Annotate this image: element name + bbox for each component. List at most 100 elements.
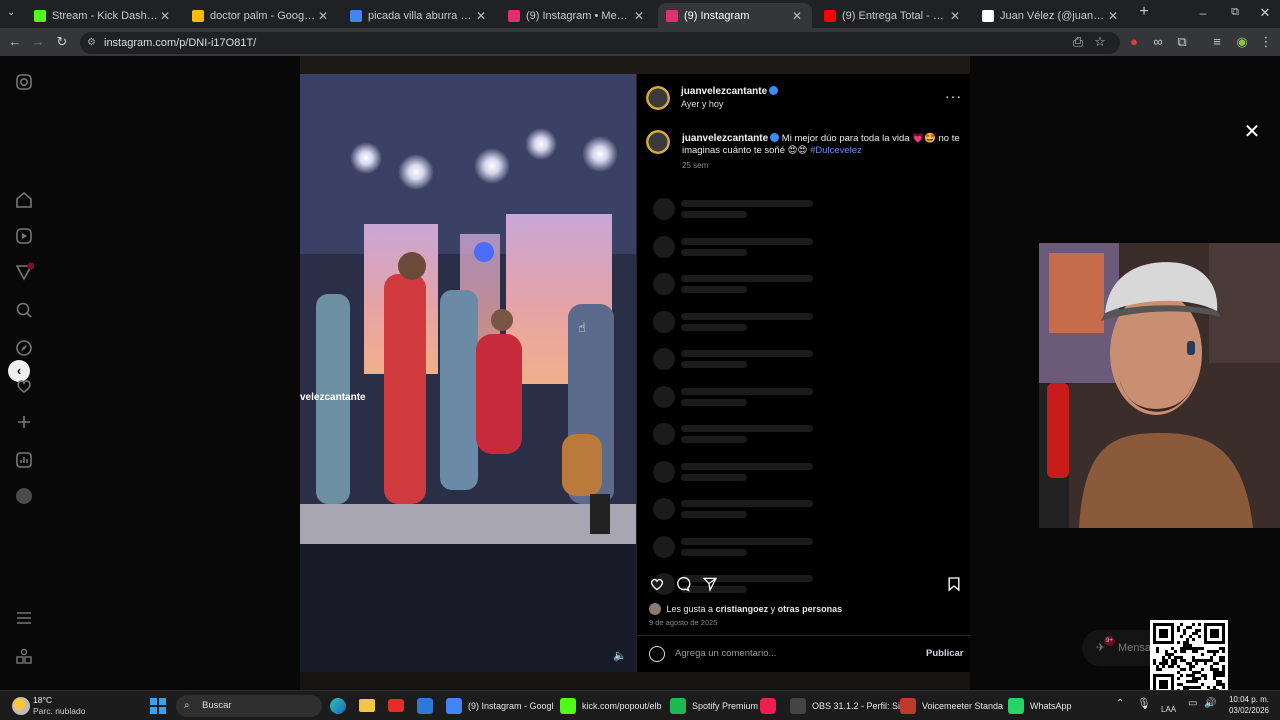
instagram-logo-icon[interactable] xyxy=(14,72,34,92)
skeleton-avatar xyxy=(653,235,675,258)
media-control-icon[interactable]: ≡ xyxy=(1209,34,1225,50)
browser-tab[interactable]: (9) Instagram • Mensajes✕ xyxy=(500,3,654,28)
author-username[interactable]: juanvelezcantante xyxy=(681,86,779,97)
comment-input[interactable]: Agrega un comentario... xyxy=(675,648,776,659)
browser-tab[interactable]: Juan Vélez (@juanvelezcantante✕ xyxy=(974,3,1128,28)
meta-apps-icon[interactable] xyxy=(14,646,34,666)
address-bar[interactable]: ⚙ instagram.com/p/DNI-i17O81T/ xyxy=(80,32,1120,54)
qr-code xyxy=(1150,620,1228,698)
home-icon[interactable] xyxy=(14,190,34,210)
bookmark-star-icon[interactable]: ☆ xyxy=(1092,34,1108,50)
messages-icon[interactable] xyxy=(14,262,34,282)
new-tab-button[interactable]: + xyxy=(1136,4,1152,20)
tab-close-icon[interactable]: ✕ xyxy=(316,9,330,23)
extension-red-icon[interactable]: ● xyxy=(1126,34,1142,50)
network-icon[interactable]: ▭ xyxy=(1188,698,1197,709)
back-icon[interactable]: ← xyxy=(7,34,23,50)
post-video[interactable]: velezcantante 🔈 xyxy=(300,74,636,672)
tray-chevron-icon[interactable]: ⌃ xyxy=(1116,698,1124,709)
browser-tab[interactable]: doctor palm - Google Shopping✕ xyxy=(184,3,338,28)
reload-icon[interactable]: ↻ xyxy=(54,34,70,50)
maximize-button[interactable]: ⧉ xyxy=(1228,6,1242,20)
likes-user[interactable]: cristiangoez xyxy=(716,604,769,614)
mute-icon[interactable]: 🔈 xyxy=(612,648,628,664)
menu-icon[interactable]: ⋮ xyxy=(1258,34,1274,50)
file-explorer-icon[interactable] xyxy=(359,699,375,712)
taskbar-app[interactable]: (9) Instagram - Googl xyxy=(446,695,554,717)
close-post-icon[interactable]: ✕ xyxy=(1243,122,1261,142)
taskbar-app-label: (9) Instagram - Googl xyxy=(468,701,554,711)
tab-close-icon[interactable]: ✕ xyxy=(158,9,172,23)
save-bookmark-icon[interactable] xyxy=(946,576,962,592)
clock-date[interactable]: 03/02/2026 xyxy=(1227,706,1269,715)
caption-avatar[interactable] xyxy=(646,130,670,154)
minimize-button[interactable]: – xyxy=(1196,6,1210,20)
windows-taskbar: 18°C Parc. nublado ⌕ Buscar (9) Instagra… xyxy=(0,690,1280,720)
search-icon[interactable] xyxy=(14,300,34,320)
comment-icon[interactable] xyxy=(675,576,691,592)
clock-time[interactable]: 10:04 p. m. xyxy=(1227,695,1269,704)
browser-tab[interactable]: Stream - Kick Dashboard -✕ xyxy=(26,3,180,28)
publish-button[interactable]: Publicar xyxy=(926,648,964,659)
edge-icon[interactable] xyxy=(330,698,346,714)
browser-tab-strip: ⌄ Stream - Kick Dashboard -✕doctor palm … xyxy=(0,0,1280,28)
emoji-icon[interactable] xyxy=(649,646,665,662)
notifications-icon[interactable] xyxy=(14,376,34,396)
weather-temp[interactable]: 18°C xyxy=(33,695,52,705)
skeleton-line xyxy=(681,500,813,507)
close-window-button[interactable]: ✕ xyxy=(1258,5,1272,20)
forward-icon[interactable]: → xyxy=(30,34,46,50)
tab-close-icon[interactable]: ✕ xyxy=(1106,9,1120,23)
taskbar-app[interactable]: OBS 31.1.2 - Perfil: Sin xyxy=(790,695,905,717)
hashtag-link[interactable]: #Dulcevelez xyxy=(810,145,862,156)
tab-close-icon[interactable]: ✕ xyxy=(632,9,646,23)
caption-line2: imaginas cuánto te soñé 😍😍 xyxy=(682,145,808,156)
taskbar-search[interactable]: ⌕ Buscar xyxy=(176,695,322,717)
profile-icon[interactable]: ◉ xyxy=(1234,34,1250,50)
tab-close-icon[interactable]: ✕ xyxy=(790,9,804,23)
taskbar-app[interactable]: WhatsApp xyxy=(1008,695,1072,717)
post-subtitle[interactable]: Ayer y hoy xyxy=(681,99,723,109)
share-icon[interactable] xyxy=(702,576,718,592)
profile-avatar[interactable] xyxy=(16,488,32,504)
browser-tab[interactable]: (9) Entrega Total - Lucho Cruz,✕ xyxy=(816,3,970,28)
like-heart-icon[interactable] xyxy=(649,576,665,592)
install-app-icon[interactable]: ⎙ xyxy=(1070,34,1086,50)
extension-link-icon[interactable]: ∞ xyxy=(1150,34,1166,50)
browser-tab[interactable]: picada villa aburra - Buscar con✕ xyxy=(342,3,496,28)
taskbar-app[interactable]: kick.com/popout/elb xyxy=(560,695,662,717)
youtube-icon[interactable] xyxy=(388,699,404,712)
tab-close-icon[interactable]: ✕ xyxy=(474,9,488,23)
likes-others[interactable]: otras personas xyxy=(778,604,843,614)
taskbar-app[interactable]: Spotify Premium xyxy=(670,695,758,717)
video-watermark: velezcantante xyxy=(300,392,366,403)
browser-tab[interactable]: (9) Instagram ✕ xyxy=(658,3,812,28)
input-language[interactable]: LAA xyxy=(1161,705,1176,714)
reels-icon[interactable] xyxy=(14,226,34,246)
site-info-icon[interactable]: ⚙ xyxy=(87,32,96,54)
post-date[interactable]: 9 de agosto de 2025 xyxy=(649,618,717,627)
liker-avatar[interactable] xyxy=(649,603,661,615)
likes-and: y xyxy=(770,604,776,614)
weather-icon[interactable] xyxy=(12,697,30,715)
tab-favicon-icon xyxy=(350,9,362,22)
more-menu-icon[interactable] xyxy=(14,608,34,628)
microphone-icon[interactable]: 🎙 xyxy=(1137,697,1151,710)
extensions-icon[interactable]: ⧉ xyxy=(1174,34,1190,50)
dashboard-icon[interactable] xyxy=(14,450,34,470)
tab-search-icon[interactable]: ⌄ xyxy=(7,7,21,21)
taskbar-app[interactable]: Voicemeeter Standa xyxy=(900,695,1003,717)
create-icon[interactable] xyxy=(14,412,34,432)
weather-desc[interactable]: Parc. nublado xyxy=(33,706,85,716)
volume-icon[interactable]: 🔊 xyxy=(1204,698,1216,709)
explore-icon[interactable] xyxy=(14,338,34,358)
author-avatar[interactable] xyxy=(646,86,670,110)
store-icon[interactable] xyxy=(417,698,433,714)
post-options-icon[interactable]: ··· xyxy=(945,88,962,104)
tab-close-icon[interactable]: ✕ xyxy=(948,9,962,23)
tiktok-icon[interactable] xyxy=(760,698,776,714)
caption-username[interactable]: juanvelezcantante xyxy=(682,133,768,144)
start-button[interactable] xyxy=(150,698,166,714)
author-username-text[interactable]: juanvelezcantante xyxy=(681,86,767,97)
skeleton-line xyxy=(681,361,747,368)
